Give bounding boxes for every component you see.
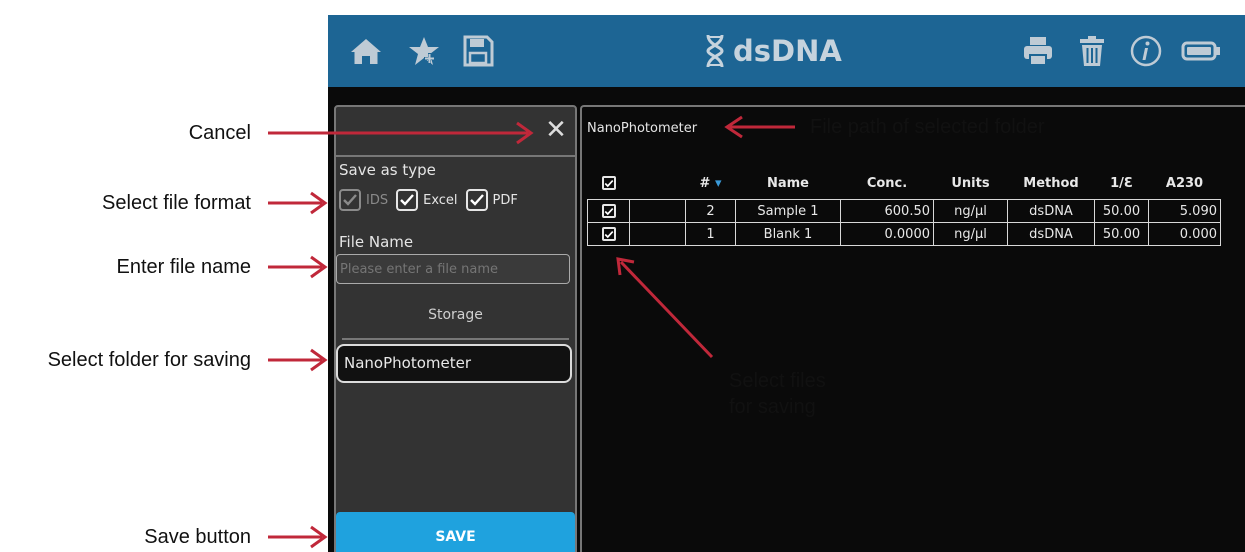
spacer-header <box>630 167 686 200</box>
row-method: dsDNA <box>1007 222 1095 246</box>
home-icon[interactable] <box>348 33 384 69</box>
row-inv-eps: 50.00 <box>1094 199 1149 223</box>
file-name-label: File Name <box>339 233 414 251</box>
annotation-select-files-line2: for saving <box>729 396 816 418</box>
column-header-method[interactable]: Method <box>1008 167 1095 200</box>
column-header-inv-eps[interactable]: 1/Ɛ <box>1095 167 1149 200</box>
column-header-number-label: # <box>699 175 711 191</box>
column-header-number[interactable]: # ▾ <box>686 167 736 200</box>
column-header-units[interactable]: Units <box>934 167 1008 200</box>
save-button[interactable]: SAVE <box>336 512 575 552</box>
row-conc: 600.50 <box>840 199 934 223</box>
info-icon[interactable] <box>1128 33 1164 69</box>
device-screen: dsDNA ✕ Save as type IDS Excel PDF File … <box>328 15 1245 552</box>
folder-path: NanoPhotometer <box>587 121 698 136</box>
row-inv-eps: 50.00 <box>1094 222 1149 246</box>
storage-divider <box>342 338 569 340</box>
favorite-star-icon[interactable] <box>406 33 442 69</box>
column-header-name[interactable]: Name <box>736 167 841 200</box>
select-all-checkbox[interactable] <box>601 176 616 190</box>
excel-checkbox[interactable] <box>396 189 419 211</box>
sort-down-icon[interactable]: ▾ <box>715 176 722 191</box>
check-icon <box>604 179 613 187</box>
save-as-type-label: Save as type <box>339 161 436 179</box>
annotation-select-folder: Select folder for saving <box>47 349 251 371</box>
dna-icon <box>706 34 724 68</box>
trash-icon[interactable] <box>1074 33 1110 69</box>
table-header-row: # ▾ Name Conc. Units Method 1/Ɛ A230 <box>588 167 1221 200</box>
results-panel: NanoPhotometer # ▾ Name Conc. Units Meth… <box>580 105 1245 552</box>
annotation-file-path: File path of selected folder <box>810 116 1045 138</box>
battery-icon <box>1181 41 1220 61</box>
ids-checkbox-label: IDS <box>366 192 389 208</box>
format-checkboxes: IDS Excel PDF <box>339 189 526 211</box>
pdf-checkbox[interactable] <box>465 189 488 211</box>
print-icon[interactable] <box>1020 33 1056 69</box>
row-checkbox-cell[interactable] <box>587 222 630 246</box>
row-checkbox[interactable] <box>601 204 616 218</box>
pdf-checkbox-label: PDF <box>492 192 518 208</box>
close-icon[interactable]: ✕ <box>541 115 571 145</box>
check-icon <box>604 230 613 238</box>
ids-checkbox[interactable] <box>339 189 361 211</box>
check-icon <box>469 194 484 206</box>
folder-item-nanophotometer[interactable]: NanoPhotometer <box>336 344 572 383</box>
table-row[interactable]: 2 Sample 1 600.50 ng/µl dsDNA 50.00 5.09… <box>587 199 1221 223</box>
excel-checkbox-label: Excel <box>423 192 458 208</box>
row-number: 1 <box>685 222 736 246</box>
annotation-select-file-format: Select file format <box>102 192 251 214</box>
annotation-enter-file-name: Enter file name <box>116 256 251 278</box>
row-method: dsDNA <box>1007 199 1095 223</box>
save-disk-icon[interactable] <box>460 33 496 69</box>
check-icon <box>400 194 415 206</box>
row-checkbox-cell[interactable] <box>587 199 630 223</box>
annotation-select-files-line1: Select files <box>729 370 826 392</box>
page-title: dsDNA <box>733 34 842 68</box>
annotation-cancel: Cancel <box>188 122 251 144</box>
row-name: Blank 1 <box>735 222 841 246</box>
row-conc: 0.0000 <box>840 222 934 246</box>
row-units: ng/µl <box>933 199 1008 223</box>
title-group: dsDNA <box>705 29 842 73</box>
row-a230: 5.090 <box>1148 199 1221 223</box>
table-row[interactable]: 1 Blank 1 0.0000 ng/µl dsDNA 50.00 0.000 <box>587 222 1221 246</box>
column-header-a230[interactable]: A230 <box>1149 167 1221 200</box>
row-units: ng/µl <box>933 222 1008 246</box>
row-checkbox[interactable] <box>601 227 616 241</box>
check-icon <box>604 207 613 215</box>
save-panel: ✕ Save as type IDS Excel PDF File Name S… <box>334 105 577 552</box>
select-all-header[interactable] <box>588 167 630 200</box>
row-spacer-cell <box>629 199 686 223</box>
row-number: 2 <box>685 199 736 223</box>
row-name: Sample 1 <box>735 199 841 223</box>
check-icon <box>343 194 357 206</box>
storage-label: Storage <box>428 307 483 323</box>
save-panel-header: ✕ <box>336 107 575 157</box>
results-table: # ▾ Name Conc. Units Method 1/Ɛ A230 2 S… <box>587 167 1221 246</box>
row-a230: 0.000 <box>1148 222 1221 246</box>
annotation-save-button: Save button <box>144 526 251 548</box>
file-name-input[interactable] <box>336 254 570 284</box>
column-header-conc[interactable]: Conc. <box>841 167 934 200</box>
top-bar: dsDNA <box>328 15 1245 87</box>
row-spacer-cell <box>629 222 686 246</box>
